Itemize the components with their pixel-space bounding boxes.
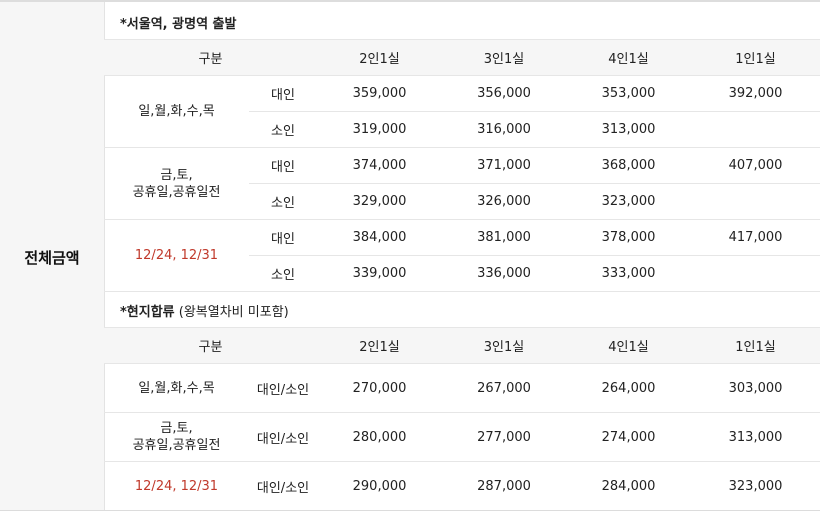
price-cell: 359,000 [317,75,443,112]
price-cell [691,183,820,220]
price-cell: 329,000 [317,183,443,220]
bottom-divider [0,510,820,511]
table-row: 금,토, 공휴일,공휴일전 대인/소인 280,000 277,000 274,000 3… [104,412,820,462]
price-cell: 353,000 [566,75,692,112]
table-row: 12/24, 12/31 대인/소인 290,000 287,000 284,000 32… [104,461,820,511]
section-title-local: *현지합류 (왕복열차비 미포함) [120,301,289,320]
price-cell: 384,000 [317,219,443,256]
price-cell [691,111,820,148]
price-cell: 374,000 [317,147,443,184]
header-category: 구분 [104,327,318,364]
price-cell: 326,000 [442,183,567,220]
section-title-rest: (왕복열차비 미포함) [174,305,289,320]
price-table-seoul: 구분 2인1실 3인1실 4인1실 1인1실 일,월,화,수,목 대인 359,000 356,… [104,39,820,292]
header-room-type: 2인1실 [317,327,443,364]
price-cell: 368,000 [566,147,692,184]
table-row: 일,월,화,수,목 대인 359,000 356,000 353,000 392,000 [104,75,820,148]
passenger-type: 대인 [249,147,318,184]
header-room-type: 3인1실 [442,39,567,76]
price-cell: 336,000 [442,255,567,292]
section-title-seoul: *서울역, 광명역 출발 [120,13,236,32]
price-cell: 407,000 [691,147,820,184]
header-row: 구분 2인1실 3인1실 4인1실 1인1실 [104,39,820,76]
price-cell: 381,000 [442,219,567,256]
price-cell: 319,000 [317,111,443,148]
price-cell: 333,000 [566,255,692,292]
price-cell: 356,000 [442,75,567,112]
price-cell: 264,000 [566,363,692,413]
day-group-label: 금,토, 공휴일,공휴일전 [104,147,249,220]
price-cell: 316,000 [442,111,567,148]
passenger-type: 소인 [249,183,318,220]
price-page: 전체금액 *서울역, 광명역 출발 구분 2인1실 3인1실 4인1실 1인1실 일,월,… [0,0,820,516]
passenger-type: 대인 [249,75,318,112]
price-cell: 339,000 [317,255,443,292]
price-cell: 277,000 [442,412,567,462]
header-room-type: 1인1실 [691,39,820,76]
price-cell: 274,000 [566,412,692,462]
table-row: 12/24, 12/31 대인 384,000 381,000 378,000 417,0… [104,219,820,292]
price-cell: 323,000 [691,461,820,511]
price-cell: 284,000 [566,461,692,511]
header-room-type: 2인1실 [317,39,443,76]
price-cell: 267,000 [442,363,567,413]
price-cell: 417,000 [691,219,820,256]
section-title-bold: *서울역, 광명역 출발 [120,17,237,32]
passenger-type: 대인/소인 [249,363,318,413]
price-cell: 280,000 [317,412,443,462]
price-cell: 303,000 [691,363,820,413]
price-table-local: 구분 2인1실 3인1실 4인1실 1인1실 일,월,화,수,목 대인/소인 270,000 2… [104,327,820,511]
header-room-type: 4인1실 [566,327,692,364]
passenger-type: 대인/소인 [249,412,318,462]
price-cell [691,255,820,292]
price-cell: 290,000 [317,461,443,511]
table-row: 일,월,화,수,목 대인/소인 270,000 267,000 264,000 303,0… [104,363,820,413]
table-row: 금,토, 공휴일,공휴일전 대인 374,000 371,000 368,000 407,… [104,147,820,220]
header-room-type: 4인1실 [566,39,692,76]
passenger-type: 대인 [249,219,318,256]
price-cell: 270,000 [317,363,443,413]
price-cell: 323,000 [566,183,692,220]
price-cell: 371,000 [442,147,567,184]
header-row: 구분 2인1실 3인1실 4인1실 1인1실 [104,327,820,364]
price-cell: 392,000 [691,75,820,112]
passenger-type: 대인/소인 [249,461,318,511]
header-category: 구분 [104,39,318,76]
price-cell: 313,000 [691,412,820,462]
day-group-label: 일,월,화,수,목 [104,75,249,148]
passenger-type: 소인 [249,255,318,292]
header-room-type: 3인1실 [442,327,567,364]
left-label-column: 전체금액 [0,2,105,510]
top-divider [0,0,820,2]
passenger-type: 소인 [249,111,318,148]
price-cell: 287,000 [442,461,567,511]
header-room-type: 1인1실 [691,327,820,364]
day-group-label: 일,월,화,수,목 [104,363,249,413]
day-group-label: 12/24, 12/31 [104,219,249,292]
total-price-label: 전체금액 [24,249,80,267]
price-cell: 378,000 [566,219,692,256]
price-cell: 313,000 [566,111,692,148]
day-group-label: 금,토, 공휴일,공휴일전 [104,412,249,462]
day-group-label: 12/24, 12/31 [104,461,249,511]
section-title-bold: *현지합류 [120,305,175,320]
